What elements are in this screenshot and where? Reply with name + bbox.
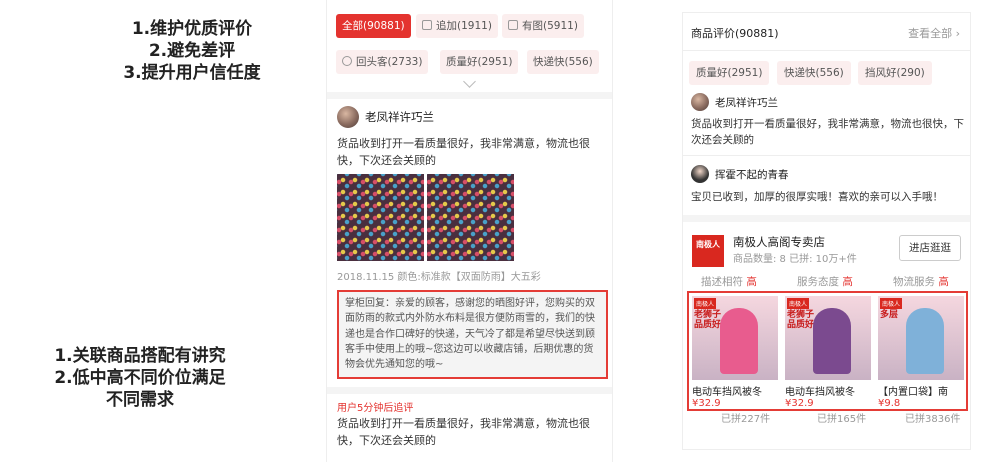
shop-name[interactable]: 南极人高阁专卖店 <box>733 234 825 250</box>
image-icon <box>508 20 518 30</box>
product-figure <box>906 308 944 374</box>
review-header: 商品评价(90881) <box>691 27 779 40</box>
tag-label: 有图(5911) <box>522 20 578 32</box>
tag-returning[interactable]: 回头客(2733) <box>336 50 429 74</box>
tag-append[interactable]: 追加(1911) <box>416 14 498 38</box>
sold-count: 已拼165件 <box>817 414 867 425</box>
score-logistics: 物流服务 高 <box>893 274 949 289</box>
review-list-panel: 全部(90881) 追加(1911) 有图(5911) 回头客(2733) 质量… <box>326 0 613 462</box>
score-label: 物流服务 <box>893 276 935 288</box>
product-figure <box>720 308 758 374</box>
brand-badge: 南极人 <box>787 298 810 309</box>
divider <box>327 387 612 394</box>
product-card[interactable]: 南极人 老狮子品质好 电动车挡风被冬 ¥32.9 <box>692 296 778 409</box>
divider <box>683 50 970 51</box>
brand-badge: 南极人 <box>880 298 903 309</box>
note-line: 2.低中高不同价位满足 <box>54 368 226 388</box>
repeat-icon <box>342 56 352 66</box>
score-label: 描述相符 <box>701 276 743 288</box>
view-all-label: 查看全部 <box>908 27 953 40</box>
view-all-link[interactable]: 查看全部 › <box>908 25 960 41</box>
tag-fast-delivery[interactable]: 快递快(556) <box>777 61 851 85</box>
note-line: 3.提升用户信任度 <box>123 63 261 83</box>
product-card[interactable]: 南极人 多层 【内置口袋】南 ¥9.8 <box>878 296 964 409</box>
product-card[interactable]: 南极人 老狮子品质好 电动车挡风被冬 ¥32.9 <box>785 296 871 409</box>
tag-label: 回头客(2733) <box>356 56 423 68</box>
reviewer: 老凤祥许巧兰 <box>691 93 778 111</box>
chevron-right-icon: › <box>955 27 960 40</box>
product-image: 南极人 老狮子品质好 <box>692 296 778 380</box>
divider <box>327 92 612 99</box>
note-line: 2.避免差评 <box>148 41 236 61</box>
followup-text: 货品收到打开一看质量很好，我非常满意，物流也很快，下次还会关顾的 <box>337 417 590 447</box>
product-figure <box>813 308 851 374</box>
tag-fast-delivery[interactable]: 快递快(556) <box>527 50 599 74</box>
brand-badge: 南极人 <box>694 298 717 309</box>
product-image: 南极人 老狮子品质好 <box>785 296 871 380</box>
shop-logo[interactable]: 南极人 <box>692 235 724 267</box>
note-line: 1.维护优质评价 <box>131 19 253 39</box>
note-icon <box>422 20 432 30</box>
chevron-down-icon[interactable] <box>463 75 476 88</box>
shop-stats: 商品数量: 8 已拼: 10万+件 <box>733 254 857 265</box>
sold-count: 已拼227件 <box>721 414 771 425</box>
product-detail-panel: 商品评价(90881) 查看全部 › 质量好(2951) 快递快(556) 挡风… <box>682 12 971 450</box>
product-price: ¥32.9 <box>692 398 721 409</box>
reviewer-name: 老凤祥许巧兰 <box>365 110 434 124</box>
tag-with-images[interactable]: 有图(5911) <box>502 14 584 38</box>
avatar <box>691 93 709 111</box>
divider <box>683 215 970 222</box>
product-name: 【内置口袋】南 <box>878 387 948 398</box>
product-name: 电动车挡风被冬 <box>692 387 762 398</box>
review-photo[interactable] <box>337 174 424 261</box>
score-level: 高 <box>938 276 949 288</box>
review-meta: 2018.11.15 颜色:标准款【双面防雨】大五彩 <box>337 272 541 283</box>
tag-quality[interactable]: 质量好(2951) <box>689 61 770 85</box>
product-price: ¥9.8 <box>878 398 901 409</box>
score-description: 描述相符 高 <box>701 274 757 289</box>
product-name: 电动车挡风被冬 <box>785 387 855 398</box>
tag-all[interactable]: 全部(90881) <box>336 14 411 38</box>
note-line: 1.关联商品搭配有讲究 <box>54 346 226 366</box>
review-text: 宝贝已收到，加厚的很厚实哦！喜欢的亲可以入手哦！ <box>691 191 943 203</box>
promo-text: 多层 <box>880 310 899 320</box>
score-label: 服务态度 <box>797 276 839 288</box>
review-text: 货品收到打开一看质量很好，我非常满意，物流也很快，下次还会关顾的 <box>337 137 590 167</box>
related-products: 南极人 老狮子品质好 电动车挡风被冬 ¥32.9 南极人 老狮子品质好 电动车挡… <box>687 291 968 411</box>
score-level: 高 <box>842 276 853 288</box>
note-line: 不同需求 <box>106 390 174 410</box>
tag-label: 追加(1911) <box>436 20 492 32</box>
enter-shop-button[interactable]: 进店逛逛 <box>899 235 961 261</box>
note-related-products: 1.关联商品搭配有讲究 2.低中高不同价位满足 不同需求 <box>20 345 260 411</box>
divider <box>683 155 970 156</box>
followup-label: 用户5分钟后追评 <box>337 403 414 414</box>
reviewer: 老凤祥许巧兰 <box>337 106 434 128</box>
seller-reply: 掌柜回复：亲爱的顾客，感谢您的晒图好评，您购买的双面防雨的款式内外防水布料是很方… <box>337 290 608 379</box>
note-benefits-reviews: 1.维护优质评价 2.避免差评 3.提升用户信任度 <box>92 18 292 84</box>
score-level: 高 <box>746 276 757 288</box>
reviewer: 挥霍不起的青春 <box>691 165 789 183</box>
sold-count: 已拼3836件 <box>905 414 961 425</box>
reviewer-name: 挥霍不起的青春 <box>715 168 789 181</box>
tag-windproof[interactable]: 挡风好(290) <box>858 61 932 85</box>
score-service: 服务态度 高 <box>797 274 853 289</box>
review-text: 货品收到打开一看质量很好，我非常满意，物流也很快，下次还会关顾的 <box>691 118 964 146</box>
avatar <box>337 106 359 128</box>
product-price: ¥32.9 <box>785 398 814 409</box>
avatar <box>691 165 709 183</box>
tag-quality[interactable]: 质量好(2951) <box>440 50 519 74</box>
review-photo[interactable] <box>427 174 514 261</box>
product-image: 南极人 多层 <box>878 296 964 380</box>
reviewer-name: 老凤祥许巧兰 <box>715 96 778 109</box>
